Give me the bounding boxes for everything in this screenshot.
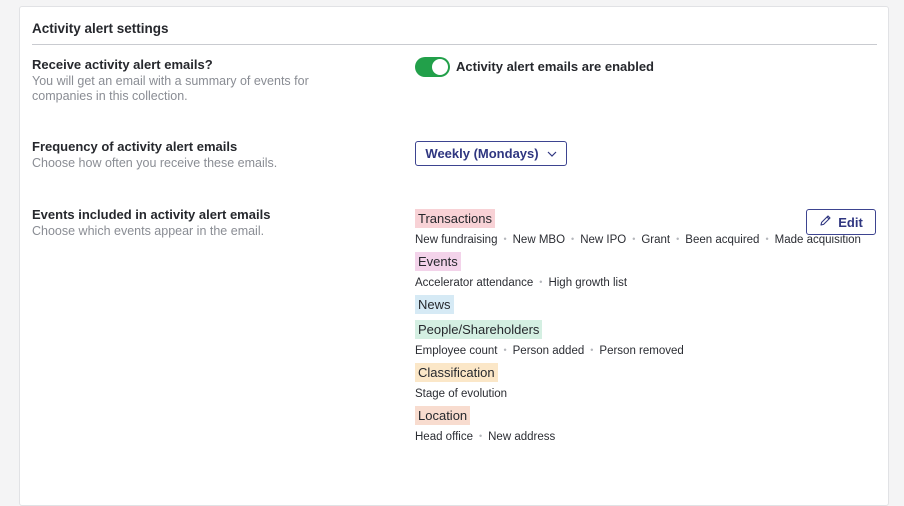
event-category: Events Accelerator attendance • High growth… [415, 252, 785, 293]
category-tag: News [415, 295, 454, 314]
category-event-list: Employee count • Person added • Person remov… [415, 342, 785, 361]
receive-emails-description: You will get an email with a summary of … [32, 74, 309, 103]
event-item: New MBO [512, 234, 566, 246]
bullet-separator-icon: • [765, 234, 769, 244]
category-tag: Transactions [415, 209, 495, 228]
event-item: High growth list [548, 277, 628, 289]
frequency-selected-value: Weekly (Mondays) [425, 146, 539, 161]
frequency-description: Choose how often you receive these email… [32, 156, 278, 170]
event-item: Head office [415, 431, 473, 443]
event-item: Made acquisition [774, 234, 861, 246]
category-tag: Events [415, 252, 461, 271]
chevron-down-icon [547, 151, 557, 157]
category-tag: People/Shareholders [415, 320, 543, 339]
events-label: Events included in activity alert emails [32, 207, 271, 222]
bullet-separator-icon: • [590, 345, 594, 355]
bullet-separator-icon: • [503, 345, 507, 355]
bullet-separator-icon: • [503, 234, 507, 244]
bullet-separator-icon: • [571, 234, 575, 244]
category-tag: Classification [415, 363, 498, 382]
event-item: New address [488, 431, 556, 443]
section-divider [32, 44, 877, 45]
activity-emails-toggle[interactable] [415, 57, 450, 77]
receive-emails-label: Receive activity alert emails? [32, 57, 213, 72]
toggle-status-text: Activity alert emails are enabled [456, 59, 654, 74]
event-item: Person removed [599, 345, 684, 357]
pencil-icon [819, 214, 832, 230]
bullet-separator-icon: • [632, 234, 636, 244]
frequency-dropdown[interactable]: Weekly (Mondays) [415, 141, 567, 166]
category-event-list: Head office • New address [415, 428, 785, 447]
category-event-list: Stage of evolution [415, 385, 785, 404]
edit-button-label: Edit [838, 214, 863, 230]
event-item: Accelerator attendance [415, 277, 534, 289]
event-item: Person added [512, 345, 585, 357]
event-category: News [415, 295, 785, 314]
toggle-knob [432, 59, 448, 75]
event-category: People/Shareholders Employee count • Person… [415, 320, 785, 361]
event-item: Stage of evolution [415, 388, 508, 400]
event-item: New IPO [580, 234, 627, 246]
event-item: Grant [641, 234, 671, 246]
event-item: New fundraising [415, 234, 498, 246]
bullet-separator-icon: • [676, 234, 680, 244]
event-item: Employee count [415, 345, 498, 357]
category-event-list: Accelerator attendance • High growth list [415, 274, 785, 293]
event-category: Location Head office • New address [415, 406, 785, 447]
events-description: Choose which events appear in the email. [32, 224, 265, 238]
bullet-separator-icon: • [539, 277, 543, 287]
event-categories-list: Transactions New fundraising • New MBO • New … [415, 209, 861, 449]
event-item: Been acquired [685, 234, 760, 246]
activity-alert-settings-card: Activity alert settings Receive activity… [19, 6, 889, 506]
frequency-label: Frequency of activity alert emails [32, 139, 238, 154]
edit-events-button[interactable]: Edit [806, 209, 876, 235]
category-tag: Location [415, 406, 471, 425]
bullet-separator-icon: • [478, 431, 483, 441]
event-category: Classification Stage of evolution [415, 363, 785, 404]
category-event-list: New fundraising • New MBO • New IPO • Grant • Be… [415, 231, 861, 250]
section-title: Activity alert settings [32, 21, 169, 36]
event-category: Transactions New fundraising • New MBO • New … [415, 209, 861, 250]
